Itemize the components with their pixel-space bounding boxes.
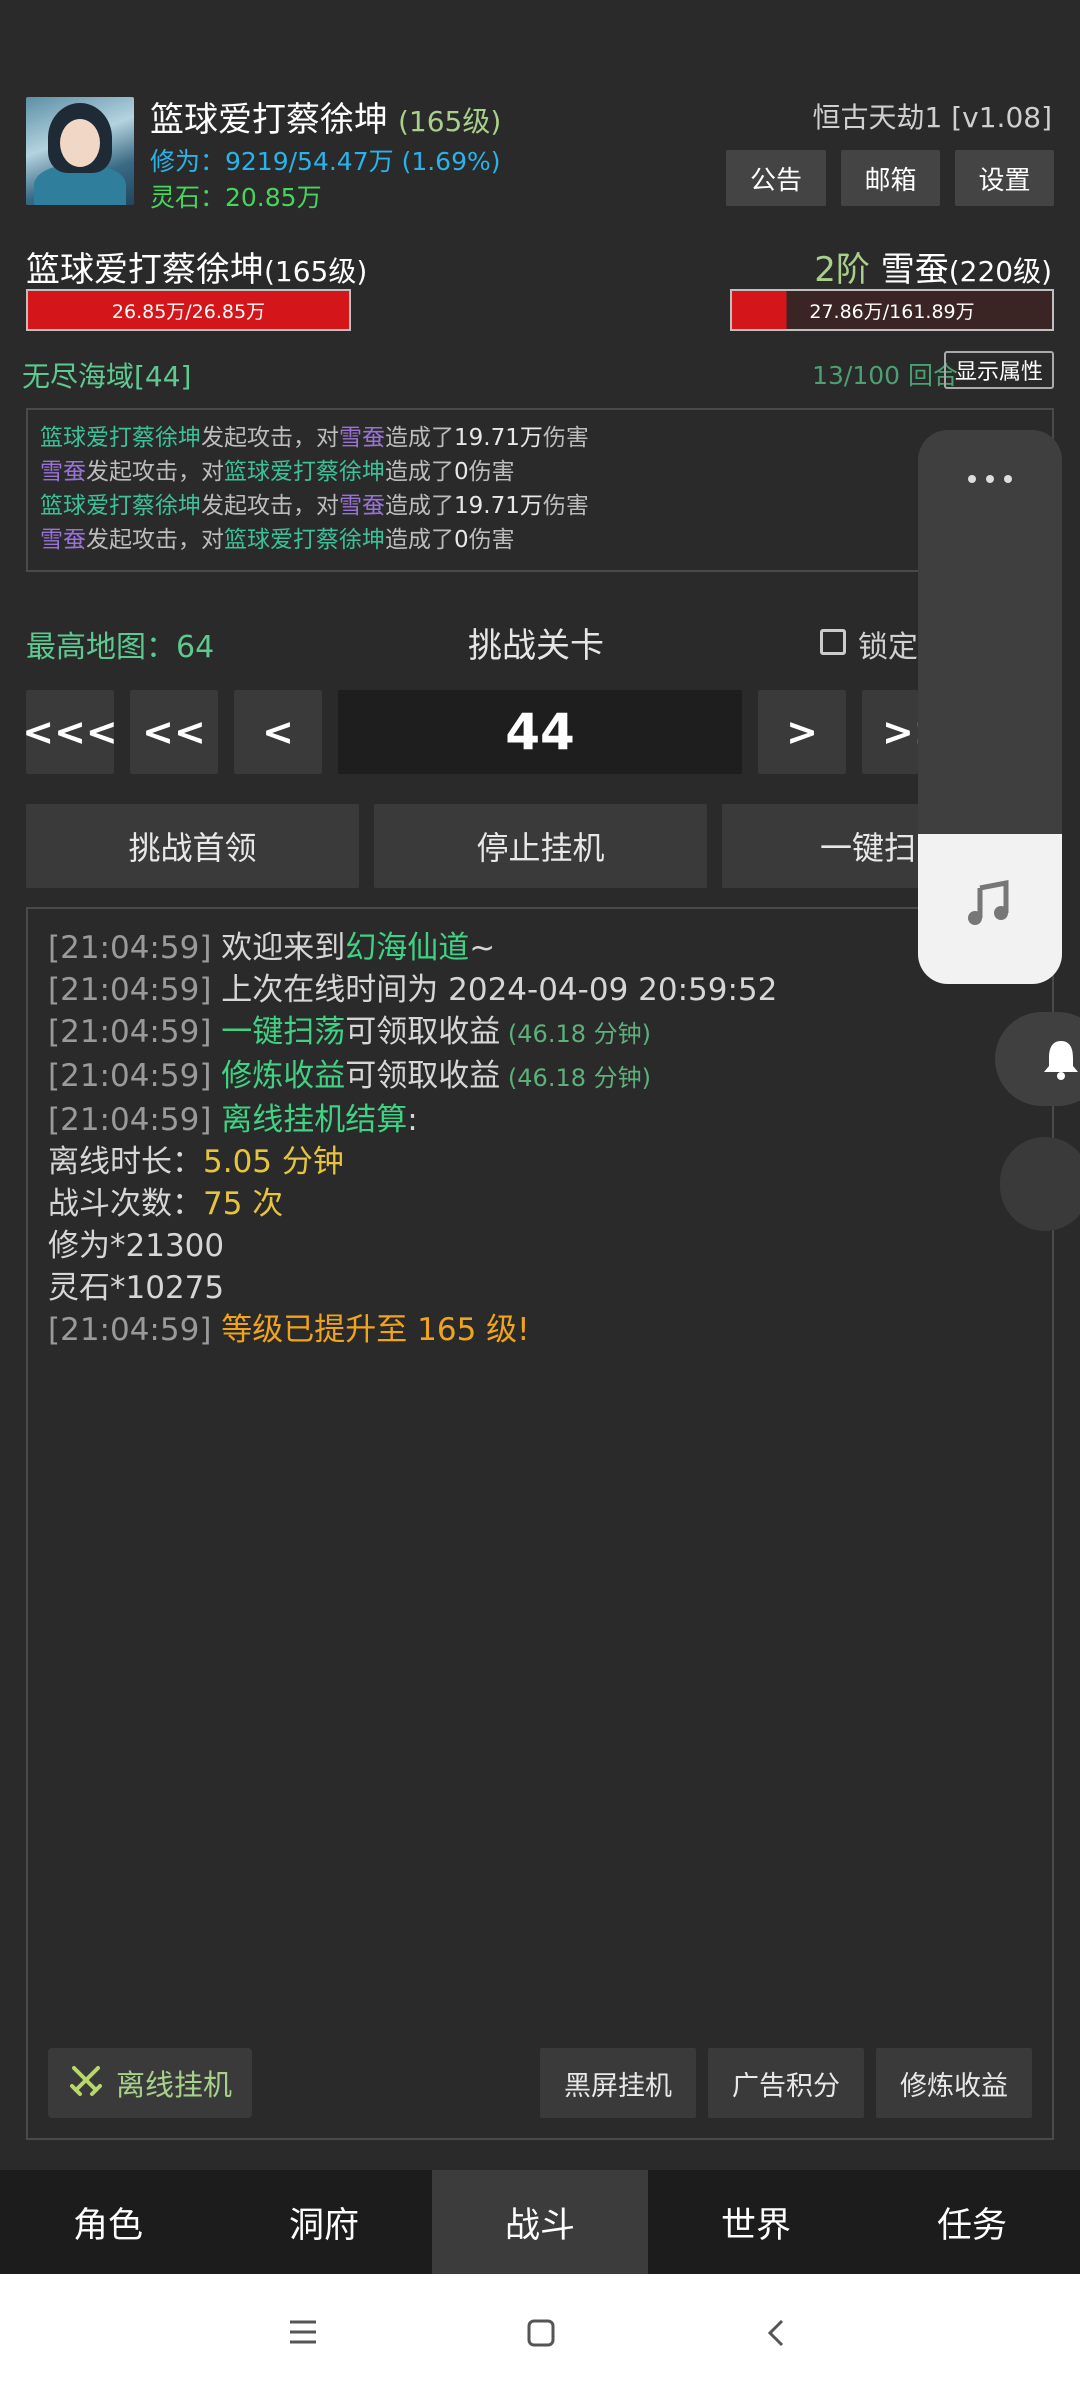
- more-dots-icon[interactable]: [966, 470, 1014, 489]
- floating-panel[interactable]: [918, 430, 1062, 984]
- self-hp-bar: 26.85万/26.85万: [26, 289, 351, 331]
- forward-ten-button[interactable]: >>: [862, 690, 918, 774]
- battle-log-line: 篮球爱打蔡徐坤发起攻击，对雪蚕造成了19.71万伤害: [40, 493, 589, 519]
- spirit-stones: 灵石：20.85万: [150, 183, 322, 212]
- side-button[interactable]: [1000, 1137, 1080, 1231]
- battle-log-line: 雪蚕发起攻击，对篮球爱打蔡徐坤造成了0伤害: [40, 527, 515, 553]
- first-level-button[interactable]: <<<: [22, 690, 118, 774]
- log-line: [21:04:59] 等级已提升至 165 级!: [48, 1312, 530, 1348]
- tab-world[interactable]: 世界: [648, 2170, 864, 2274]
- challenge-title: 挑战关卡: [468, 626, 604, 666]
- stop-idle-button[interactable]: 停止挂机: [374, 804, 707, 888]
- round-counter: 13/100 回合: [812, 361, 958, 390]
- next-level-button[interactable]: >: [758, 690, 846, 774]
- lock-checkbox[interactable]: [820, 629, 846, 655]
- back-ten-button[interactable]: <<: [130, 690, 218, 774]
- enemy-level: (220级): [948, 255, 1052, 288]
- black-screen-idle-button[interactable]: 黑屏挂机: [540, 2048, 696, 2118]
- log-line: [21:04:59] 修炼收益可领取收益 (46.18 分钟): [48, 1058, 651, 1094]
- log-line: [21:04:59] 一键扫荡可领取收益 (46.18 分钟): [48, 1014, 651, 1050]
- player-name-text: 篮球爱打蔡徐坤: [150, 100, 388, 140]
- area-name: 无尽海域[44]: [22, 360, 192, 393]
- enemy-hp-bar: 27.86万/161.89万: [730, 289, 1054, 331]
- cultivation-rewards-button[interactable]: 修炼收益: [876, 2048, 1032, 2118]
- log-line: [21:04:59] 上次在线时间为 2024-04-09 20:59:52: [48, 972, 778, 1008]
- battle-log-line: 雪蚕发起攻击，对篮球爱打蔡徐坤造成了0伤害: [40, 459, 515, 485]
- log-line: 修为*21300: [48, 1228, 225, 1264]
- system-log: [21:04:59] 欢迎来到幻海仙道~ [21:04:59] 上次在线时间为 …: [26, 907, 1054, 2140]
- player-avatar[interactable]: [26, 97, 134, 205]
- sweep-button[interactable]: 一键扫: [722, 804, 918, 888]
- self-level: (165级): [264, 255, 368, 288]
- tab-tasks[interactable]: 任务: [864, 2170, 1080, 2274]
- player-name: 篮球爱打蔡徐坤 (165级): [150, 92, 501, 141]
- back-icon[interactable]: [764, 2318, 788, 2352]
- bell-icon: [1041, 1038, 1080, 1084]
- enemy-hp-text: 27.86万/161.89万: [809, 300, 975, 323]
- self-name: 篮球爱打蔡徐坤(165级): [26, 242, 367, 291]
- battle-log: 篮球爱打蔡徐坤发起攻击，对雪蚕造成了19.71万伤害 雪蚕发起攻击，对篮球爱打蔡…: [26, 408, 1054, 572]
- log-line: [21:04:59] 离线挂机结算:: [48, 1102, 418, 1138]
- bottom-tab-bar: 角色 洞府 战斗 世界 任务: [0, 2170, 1080, 2274]
- prev-level-button[interactable]: <: [234, 690, 322, 774]
- tab-cave[interactable]: 洞府: [216, 2170, 432, 2274]
- player-level: (165级): [398, 105, 502, 138]
- challenge-boss-button[interactable]: 挑战首领: [26, 804, 359, 888]
- music-note-icon: [966, 879, 1012, 930]
- offline-idle-label: 离线挂机: [115, 2068, 232, 2102]
- crossed-swords-icon: [68, 2062, 104, 2105]
- home-icon[interactable]: [526, 2318, 556, 2352]
- lock-label[interactable]: 锁定: [858, 622, 918, 666]
- battle-log-line: 篮球爱打蔡徐坤发起攻击，对雪蚕造成了19.71万伤害: [40, 425, 589, 451]
- cultivation-progress: 修为：9219/54.47万 (1.69%): [150, 147, 501, 176]
- tab-battle[interactable]: 战斗: [432, 2170, 648, 2274]
- bell-button[interactable]: [995, 1012, 1080, 1106]
- log-line: [21:04:59] 欢迎来到幻海仙道~: [48, 930, 496, 966]
- enemy-name: 2阶 雪蚕(220级): [814, 242, 1052, 291]
- offline-idle-button[interactable]: 离线挂机: [48, 2048, 252, 2118]
- current-level: 44: [338, 690, 742, 774]
- self-name-text: 篮球爱打蔡徐坤: [26, 250, 264, 290]
- enemy-name-text: 雪蚕: [880, 250, 949, 290]
- max-map: 最高地图：64: [26, 630, 215, 665]
- menu-icon[interactable]: [288, 2318, 318, 2350]
- ad-points-button[interactable]: 广告积分: [708, 2048, 864, 2118]
- self-hp-text: 26.85万/26.85万: [111, 300, 266, 323]
- music-button[interactable]: [918, 834, 1062, 984]
- show-attributes-button[interactable]: 显示属性: [944, 351, 1054, 389]
- enemy-stage: 2阶: [814, 250, 870, 290]
- tab-character[interactable]: 角色: [0, 2170, 216, 2274]
- log-line: 离线时长：5.05 分钟: [48, 1144, 344, 1180]
- server-version: 恒古天劫1 [v1.08]: [812, 101, 1052, 134]
- log-line: 战斗次数：75 次: [48, 1186, 284, 1222]
- mail-button[interactable]: 邮箱: [841, 150, 940, 206]
- settings-button[interactable]: 设置: [955, 150, 1054, 206]
- log-line: 灵石*10275: [48, 1270, 225, 1306]
- system-navigation-bar: [0, 2274, 1080, 2400]
- notice-button[interactable]: 公告: [726, 150, 826, 206]
